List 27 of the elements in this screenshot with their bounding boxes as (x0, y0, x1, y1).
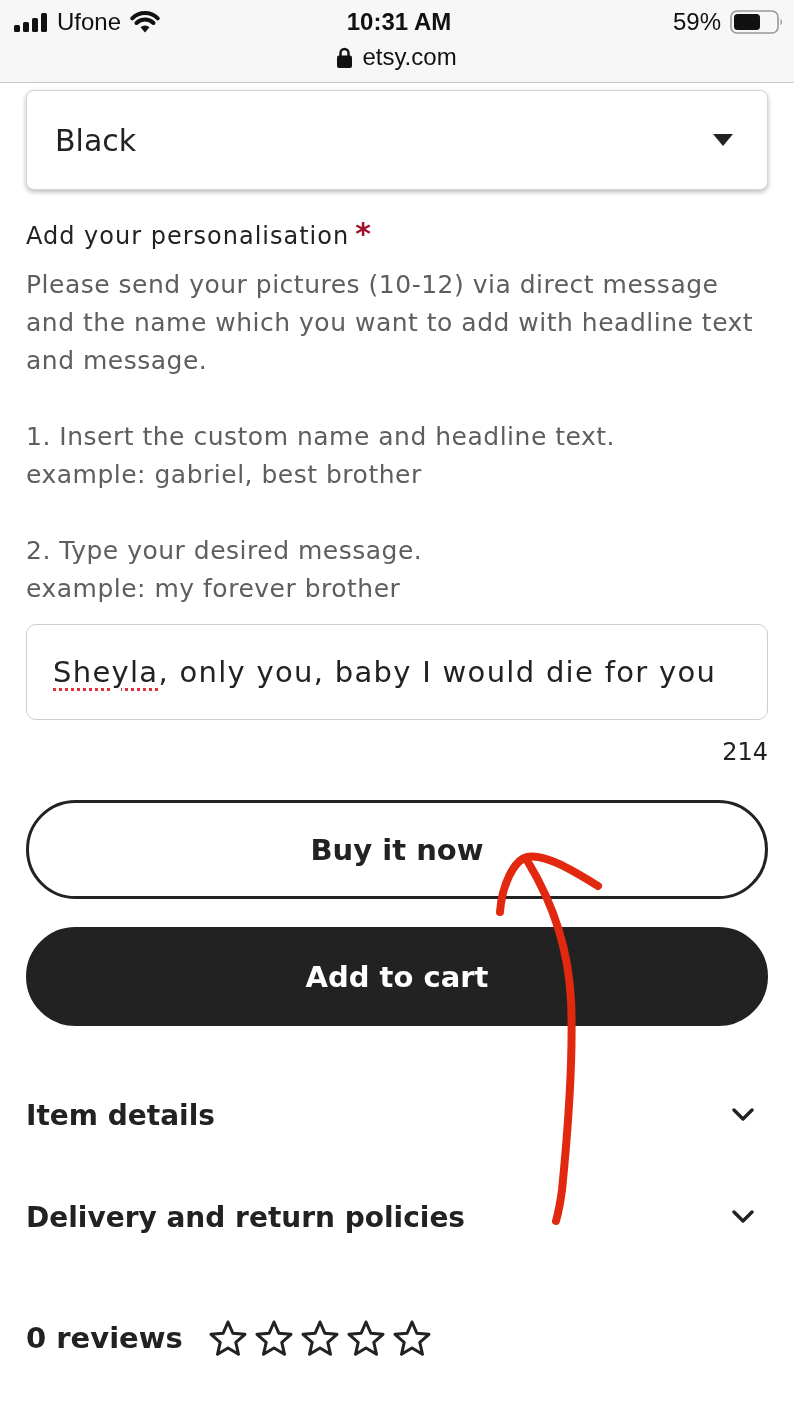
add-to-cart-button[interactable]: Add to cart (26, 927, 768, 1026)
signal-icon (14, 12, 48, 32)
instruction-text: Please send your pictures (10-12) via direct message and the name which you want to add with headline text and message. (26, 269, 755, 377)
star-outline-icon (208, 1320, 247, 1356)
star-outline-icon (346, 1320, 385, 1356)
wifi-icon (130, 11, 161, 33)
buy-now-button[interactable]: Buy it now (26, 800, 768, 899)
accordion-header[interactable]: Delivery and return policies (26, 1166, 768, 1268)
clock-time: 10:31 AM (346, 8, 452, 36)
reviews-count: 0 reviews (26, 1321, 183, 1355)
battery-icon (730, 10, 784, 34)
personalisation-label: Add your personalisation (26, 221, 350, 252)
personalisation-input[interactable]: Sheyla, only you, baby I would die for you (26, 624, 768, 720)
required-mark: * (355, 218, 371, 250)
instruction-text: 1. Insert the custom name and headline text. example: gabriel, best brother (26, 421, 617, 491)
caret-down-icon (713, 134, 733, 146)
battery-percent: 59% (672, 8, 721, 36)
star-outline-icon (392, 1320, 431, 1356)
lock-icon (337, 46, 353, 68)
star-outline-icon (254, 1320, 293, 1356)
site-address[interactable]: etsy.com (362, 43, 457, 71)
character-counter: 214 (722, 737, 768, 768)
star-outline-icon (300, 1320, 339, 1356)
variant-select[interactable]: Black (26, 90, 768, 190)
accordion-header[interactable]: Item details (26, 1064, 768, 1166)
instruction-text: 2. Type your desired message. example: my forever brother (26, 535, 424, 605)
carrier-name: Ufone (57, 8, 122, 36)
